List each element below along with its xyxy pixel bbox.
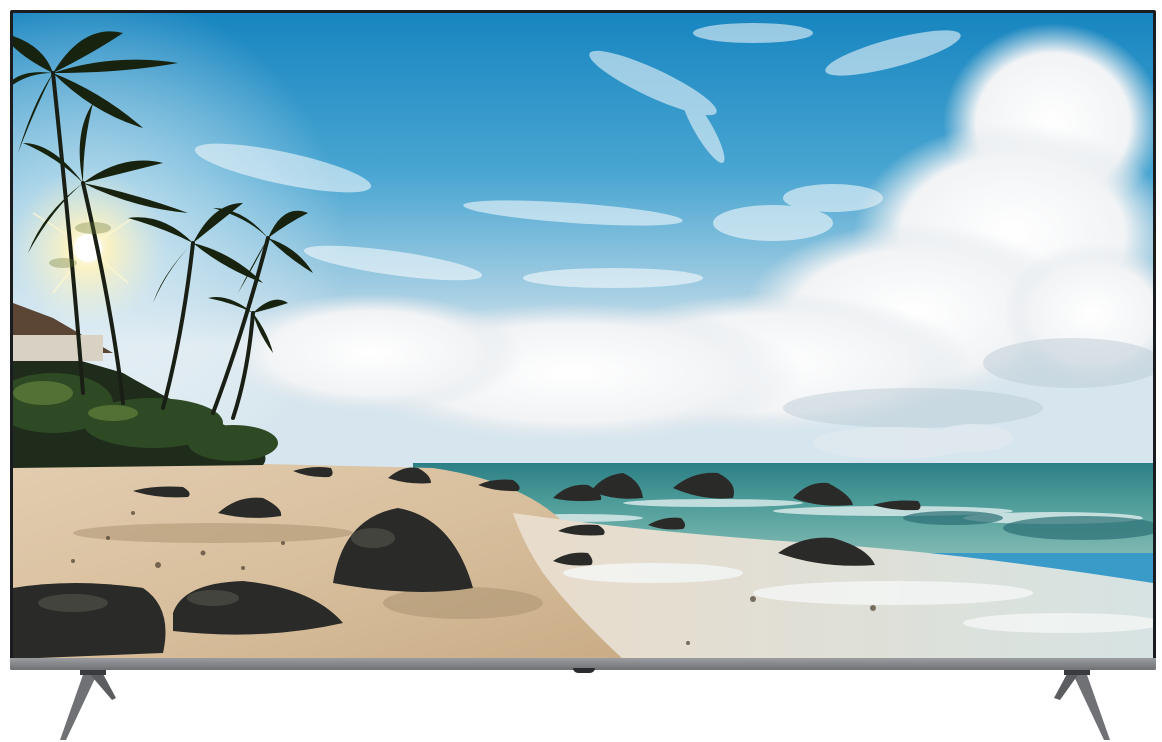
television xyxy=(10,10,1156,673)
stand-leg-left xyxy=(58,670,122,742)
product-photo xyxy=(0,0,1162,742)
tv-screen xyxy=(13,13,1153,659)
ir-sensor xyxy=(573,668,595,673)
beach-landscape-icon xyxy=(13,13,1153,659)
stand-leg-right xyxy=(1048,670,1112,742)
